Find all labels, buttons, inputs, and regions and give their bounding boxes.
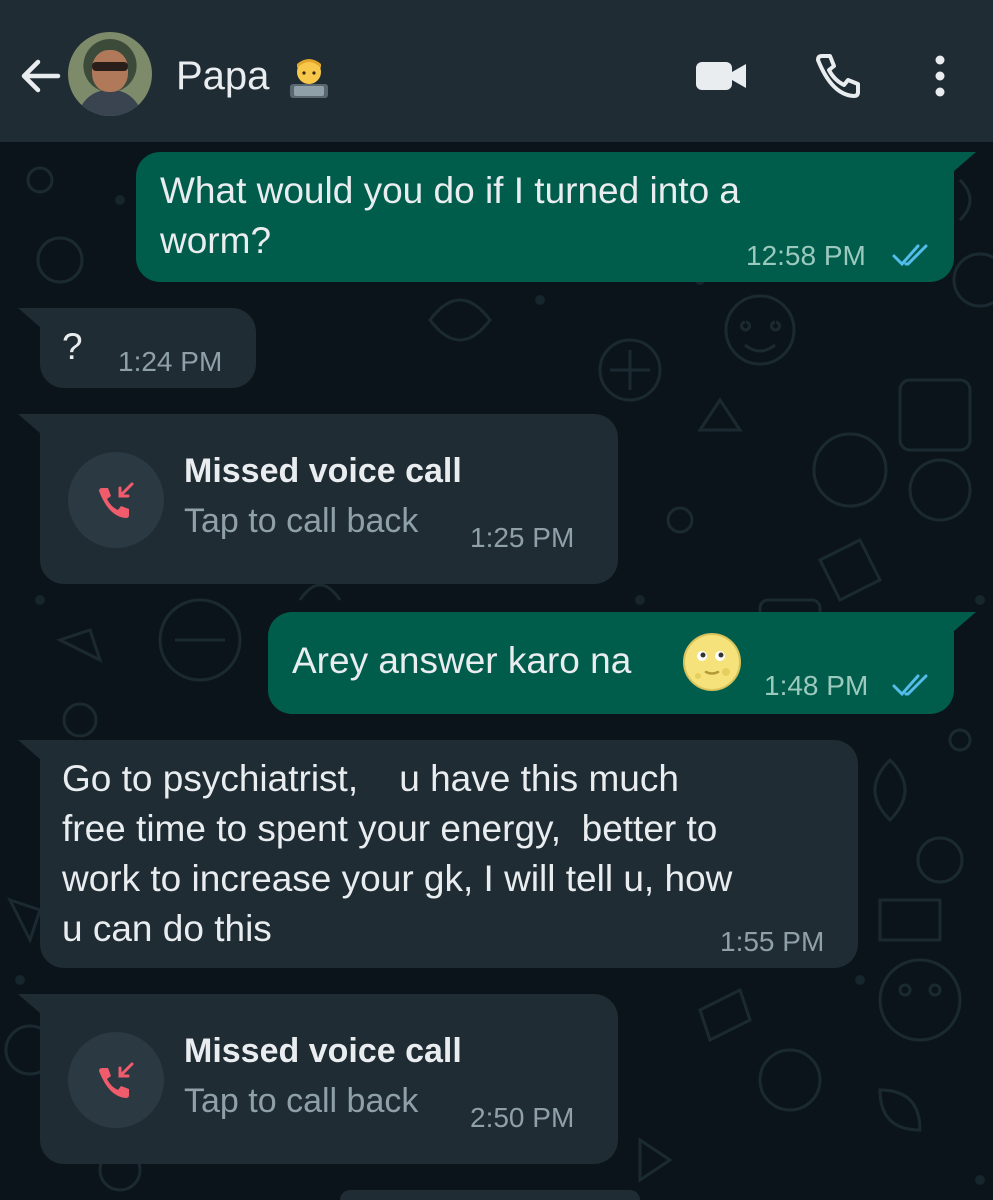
missed-call-title: Missed voice call <box>184 452 462 490</box>
message-time: 2:50 PM <box>470 1102 575 1133</box>
contact-name[interactable]: Papa <box>176 52 269 100</box>
missed-call-bubble[interactable]: Missed voice call Tap to call back 2:50 … <box>18 994 618 1164</box>
chat-header: Papa <box>0 0 993 142</box>
missed-call-subtitle[interactable]: Tap to call back <box>184 1082 418 1121</box>
full-moon-face-emoji <box>683 633 741 691</box>
read-ticks-icon <box>892 244 928 267</box>
contact-avatar[interactable] <box>68 32 152 116</box>
message-text: Go to psychiatrist, u have this much fre… <box>62 758 733 949</box>
message-bubble-outgoing[interactable]: What would you do if I turned into a wor… <box>136 152 976 282</box>
bubble-tail <box>946 612 976 638</box>
message-bubble-incoming[interactable]: ? 1:24 PM <box>18 308 256 388</box>
message-bubble-outgoing[interactable]: Arey answer karo na 1:48 PM <box>268 612 976 714</box>
bubble-tail <box>946 152 976 178</box>
bubble-tail <box>18 308 48 334</box>
missed-call-bubble[interactable]: Missed voice call Tap to call back 1:25 … <box>18 414 618 584</box>
read-ticks-icon <box>892 674 928 697</box>
missed-call-title: Missed voice call <box>184 1032 462 1070</box>
message-text: Arey answer karo na <box>292 640 632 681</box>
bubble-tail <box>18 740 48 766</box>
missed-call-icon-circle <box>68 452 164 548</box>
message-time: 1:48 PM <box>764 670 869 701</box>
video-call-icon[interactable] <box>694 56 748 96</box>
message-time: 12:58 PM <box>746 240 866 271</box>
message-time: 1:25 PM <box>470 522 575 553</box>
missed-call-icon <box>99 482 134 518</box>
back-arrow-icon[interactable] <box>18 54 62 98</box>
missed-call-icon <box>99 1062 134 1098</box>
technologist-emoji <box>290 59 328 98</box>
message-bubble-incoming-partial[interactable] <box>340 1190 640 1200</box>
message-time: 1:55 PM <box>720 926 825 957</box>
missed-call-subtitle[interactable]: Tap to call back <box>184 502 418 541</box>
missed-call-icon-circle <box>68 1032 164 1128</box>
more-options-icon[interactable] <box>924 52 956 100</box>
message-bubble-incoming[interactable]: Go to psychiatrist, u have this much fre… <box>18 740 858 968</box>
bubble-tail <box>18 414 48 440</box>
message-text: ? <box>62 326 83 367</box>
message-time: 1:24 PM <box>118 346 223 377</box>
message-text: What would you do if I turned into a wor… <box>160 170 741 261</box>
voice-call-icon[interactable] <box>812 52 860 100</box>
bubble-tail <box>18 994 48 1020</box>
